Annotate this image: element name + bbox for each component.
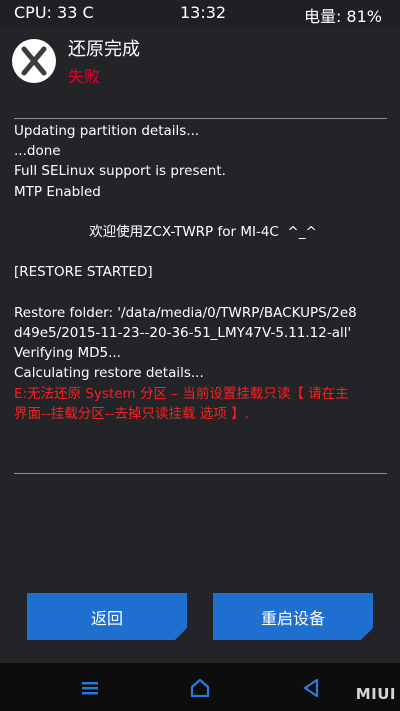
reboot-button[interactable]: 重启设备 (213, 593, 373, 640)
navigation-bar: MIUI (0, 663, 400, 711)
miui-watermark: MIUI (355, 685, 396, 703)
console-bottom-divider (14, 473, 387, 474)
calculating-line: Calculating restore details... (14, 365, 204, 382)
back-button-label: 返回 (90, 610, 123, 628)
error-line: 界面--挂载分区--去掉只读挂载 选项 】. (14, 405, 249, 422)
console-line: MTP Enabled (14, 183, 101, 200)
page-title: 还原完成 (68, 39, 140, 60)
clock: 13:32 (180, 3, 227, 22)
error-line: E:无法还原 System 分区 – 当前设置挂载只读【 请在主 (14, 385, 349, 402)
reboot-button-label: 重启设备 (260, 610, 325, 628)
battery-level: 电量: 81% (303, 7, 382, 26)
home-icon[interactable] (189, 677, 211, 699)
back-button[interactable]: 返回 (27, 593, 187, 640)
restore-started: [RESTORE STARTED] (14, 264, 153, 281)
cpu-temperature: CPU: 33 C (14, 3, 94, 22)
back-icon[interactable] (300, 677, 322, 699)
console-line: ...done (14, 143, 61, 160)
console-line: Full SELinux support is present. (14, 163, 226, 180)
restore-folder-line: d49e5/2015-11-23--20-36-51_LMY47V-5.11.1… (14, 324, 352, 341)
console-top-divider (14, 118, 387, 119)
console-log: Updating partition details... ...done Fu… (14, 121, 392, 424)
header: 还原完成 失败 (0, 26, 400, 96)
welcome-message: 欢迎使用ZCX-TWRP for MI-4C ^_^ (89, 224, 317, 240)
restore-folder-line: Restore folder: '/data/media/0/TWRP/BACK… (14, 304, 357, 321)
menu-icon[interactable] (79, 677, 101, 699)
console-line: Updating partition details... (14, 123, 200, 139)
status-failure: 失败 (68, 67, 101, 86)
status-bar: CPU: 33 C 13:32 电量: 81% (0, 0, 400, 26)
verifying-line: Verifying MD5... (14, 345, 121, 362)
twrp-logo-icon (12, 39, 56, 83)
